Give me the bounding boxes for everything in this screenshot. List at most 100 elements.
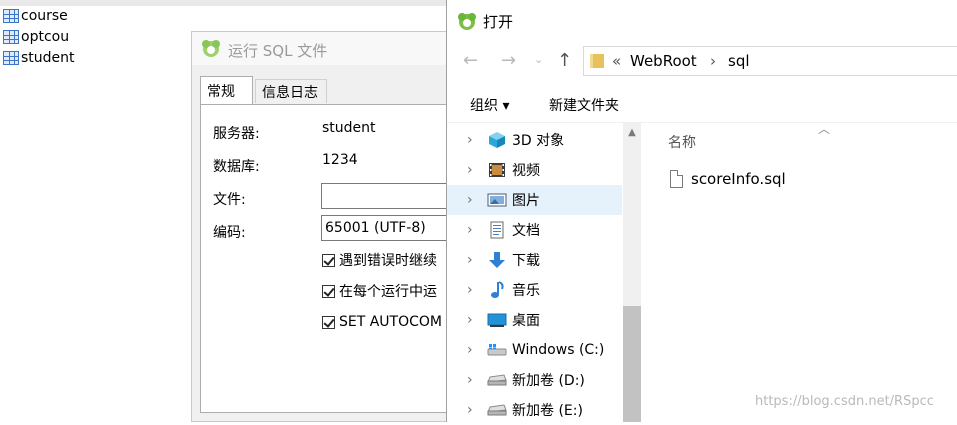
folder-icon [590, 54, 604, 68]
file-item[interactable]: scoreInfo.sql [670, 168, 786, 190]
desktop-icon [487, 311, 507, 329]
title-bar[interactable]: 打开 [447, 0, 957, 42]
table-item-course[interactable]: course [3, 6, 68, 26]
tab-message-log[interactable]: 信息日志 [255, 79, 327, 103]
video-icon [487, 161, 507, 179]
option-label: 遇到错误时继续 [339, 253, 437, 269]
encoding-select[interactable]: 65001 (UTF-8) [321, 215, 461, 241]
cube-icon [487, 131, 507, 149]
tab-general[interactable]: 常规 [200, 76, 253, 104]
nav-label: 音乐 [512, 283, 540, 299]
checkbox[interactable] [322, 284, 335, 298]
general-panel: 服务器: student 数据库: 1234 文件: 编码: 65001 (UT… [200, 104, 462, 413]
nav-label: 下载 [512, 253, 540, 269]
nav-item-downloads[interactable]: › 下载 [447, 245, 622, 275]
navicat-logo-icon [458, 13, 476, 30]
chevron-right-icon[interactable]: › [467, 222, 473, 238]
nav-item-documents[interactable]: › 文档 [447, 215, 622, 245]
sort-ascending-icon: ︿ [818, 122, 831, 136]
picture-icon [487, 191, 507, 209]
nav-item-drive-c[interactable]: › Windows (C:) [447, 335, 622, 365]
nav-item-desktop[interactable]: › 桌面 [447, 305, 622, 335]
nav-label: 新加卷 (E:) [512, 403, 583, 419]
nav-label: 桌面 [512, 313, 540, 329]
checkbox[interactable] [322, 253, 335, 267]
server-value: student [322, 120, 376, 136]
option-continue-on-error[interactable]: 遇到错误时继续 [322, 250, 437, 270]
dialog-title: 运行 SQL 文件 [228, 42, 328, 60]
file-list-pane: 名称 ︿ scoreInfo.sql [642, 122, 957, 422]
database-label: 数据库: [213, 159, 260, 175]
navigation-pane: › 3D 对象 › 视频 › 图片 › 文档 › 下载 › 音乐 › 桌面 › … [447, 123, 642, 422]
chevron-right-icon[interactable]: › [467, 162, 473, 178]
nav-label: 图片 [512, 193, 540, 209]
nav-label: 新加卷 (D:) [512, 373, 585, 389]
command-bar: 组织 ▾ 新建文件夹 [447, 86, 957, 123]
dialog-title: 打开 [483, 13, 514, 31]
checkbox[interactable] [322, 315, 335, 329]
chevron-right-icon[interactable]: › [467, 192, 473, 208]
address-bar[interactable]: « WebRoot › sql [583, 46, 957, 76]
nav-item-music[interactable]: › 音乐 [447, 275, 622, 305]
breadcrumb-sql[interactable]: sql [728, 52, 750, 70]
table-icon [3, 30, 19, 44]
table-icon [3, 51, 19, 65]
chevron-right-icon[interactable]: › [467, 372, 473, 388]
option-run-multiple[interactable]: 在每个运行中运 [322, 281, 437, 301]
breadcrumb-separator: › [710, 52, 716, 70]
chevron-right-icon[interactable]: › [467, 132, 473, 148]
nav-item-pictures[interactable]: › 图片 [447, 185, 622, 215]
table-name: student [21, 50, 75, 66]
watermark: https://blog.csdn.net/RSpcc [755, 394, 934, 409]
windows-drive-icon [487, 341, 507, 359]
table-name: optcou [21, 29, 70, 45]
nav-label: 文档 [512, 223, 540, 239]
chevron-right-icon[interactable]: › [467, 312, 473, 328]
drive-icon [487, 401, 507, 419]
breadcrumb-webroot[interactable]: WebRoot [630, 52, 697, 70]
chevron-right-icon[interactable]: › [467, 342, 473, 358]
download-icon [487, 251, 507, 269]
chevron-down-icon[interactable]: ⌄ [534, 53, 543, 66]
document-icon [487, 221, 507, 239]
file-label: 文件: [213, 192, 246, 208]
table-item-student[interactable]: student [3, 48, 75, 68]
navicat-logo-icon [202, 40, 220, 57]
nav-label: Windows (C:) [512, 342, 605, 358]
scroll-up-icon[interactable]: ▲ [623, 123, 641, 141]
chevron-right-icon[interactable]: › [467, 282, 473, 298]
nav-item-videos[interactable]: › 视频 [447, 155, 622, 185]
organize-button[interactable]: 组织 ▾ [470, 95, 509, 115]
database-value: 1234 [322, 152, 358, 168]
table-icon [3, 9, 19, 23]
nav-label: 视频 [512, 163, 540, 179]
nav-item-drive-e[interactable]: › 新加卷 (E:) [447, 395, 622, 425]
option-label: SET AUTOCOM [339, 314, 443, 330]
title-bar[interactable]: 运行 SQL 文件 [192, 32, 452, 65]
encoding-label: 编码: [213, 225, 246, 241]
music-icon [487, 281, 507, 299]
forward-arrow-icon[interactable]: → [501, 50, 516, 71]
file-path-input[interactable] [321, 183, 461, 209]
column-header-name[interactable]: 名称 [668, 132, 696, 152]
new-folder-button[interactable]: 新建文件夹 [549, 95, 619, 115]
up-arrow-icon[interactable]: ↑ [557, 50, 572, 71]
nav-item-drive-d[interactable]: › 新加卷 (D:) [447, 365, 622, 395]
server-label: 服务器: [213, 126, 260, 142]
run-sql-dialog: 运行 SQL 文件 常规 信息日志 服务器: student 数据库: 1234… [191, 31, 462, 422]
chevron-right-icon[interactable]: › [467, 252, 473, 268]
drive-icon [487, 371, 507, 389]
open-file-dialog: 打开 ← → ⌄ ↑ « WebRoot › sql 组织 ▾ 新建文件夹 › … [446, 0, 957, 422]
table-name: course [21, 8, 68, 24]
nav-scrollbar-thumb[interactable] [623, 306, 641, 422]
nav-item-3d-objects[interactable]: › 3D 对象 [447, 125, 622, 155]
option-label: 在每个运行中运 [339, 284, 437, 300]
back-arrow-icon[interactable]: ← [463, 50, 478, 71]
file-icon [670, 170, 683, 188]
nav-label: 3D 对象 [512, 133, 565, 149]
table-item-optcou[interactable]: optcou [3, 27, 69, 47]
option-set-autocommit[interactable]: SET AUTOCOM [322, 314, 442, 330]
chevron-right-icon[interactable]: › [467, 402, 473, 418]
breadcrumb-overflow[interactable]: « [612, 52, 621, 70]
file-name: scoreInfo.sql [691, 170, 786, 188]
